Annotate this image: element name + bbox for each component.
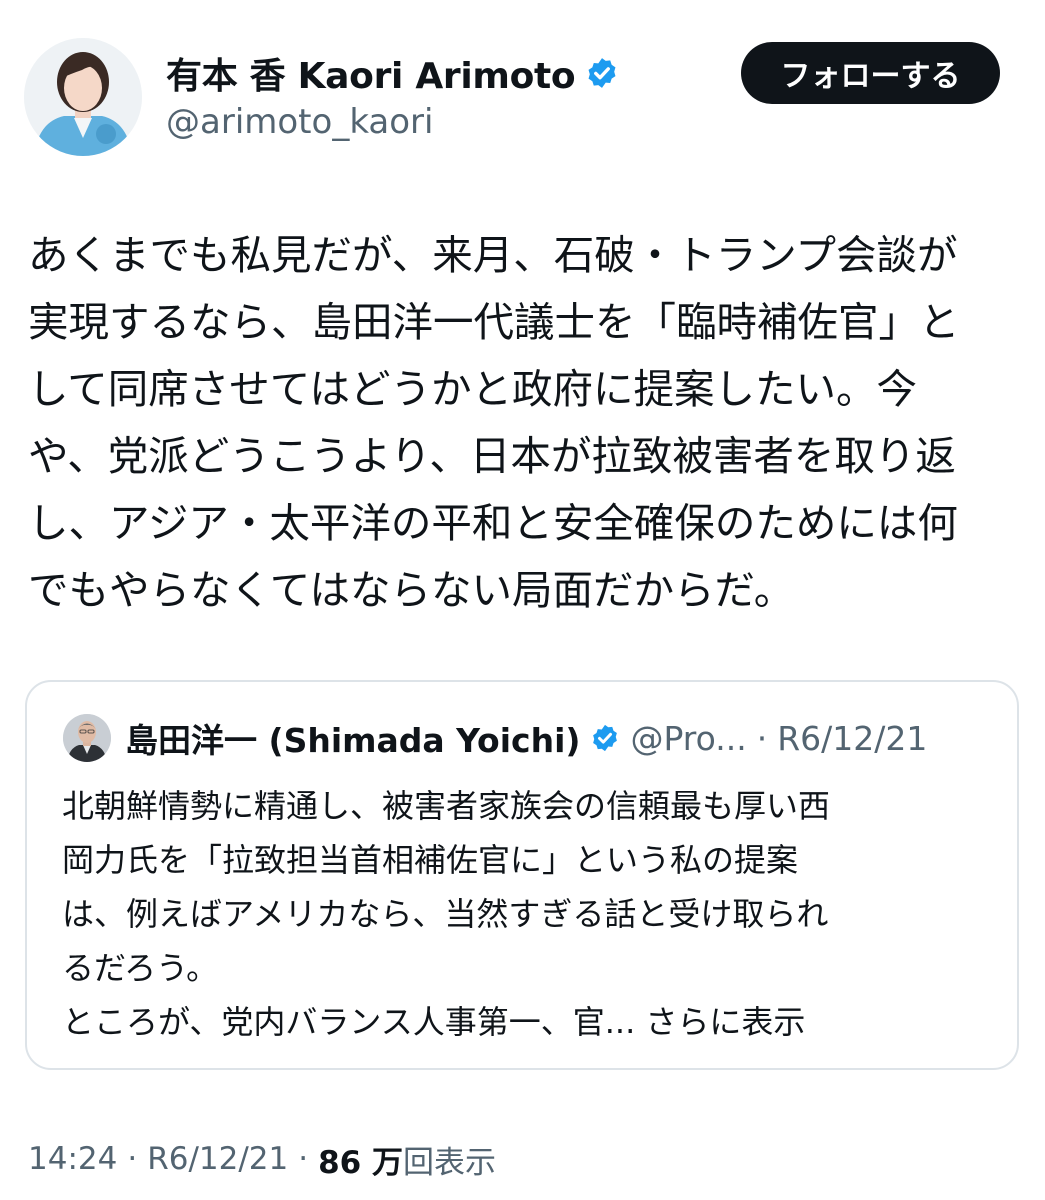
tweet-time[interactable]: 14:24 — [28, 1141, 117, 1177]
tweet-text-line: 実現するなら、島田洋一代議士を「臨時補佐官」と — [28, 298, 960, 346]
views-label: 回表示 — [403, 1144, 497, 1181]
quoted-author-avatar[interactable] — [63, 714, 111, 762]
tweet-text-line: あくまでも私見だが、来月、石破・トランプ会談が — [28, 231, 958, 279]
author-handle[interactable]: @arimoto_kaori — [166, 102, 433, 142]
author-name-row[interactable]: 有本 香 Kaori Arimoto — [166, 48, 619, 98]
author-avatar[interactable] — [24, 38, 142, 156]
quoted-text-line: は、例えばアメリカなら、当然すぎる話と受け取られ — [62, 895, 829, 933]
tweet-date[interactable]: R6/12/21 — [147, 1141, 288, 1177]
tweet-meta: 14:24 · R6/12/21 · 86 万 回表示 — [28, 1134, 496, 1184]
quoted-display-name[interactable]: 島田洋一 (Shimada Yoichi) — [125, 714, 580, 762]
show-more-link[interactable]: さらに表示 — [645, 1003, 805, 1041]
quoted-text-line: るだろう。 — [62, 949, 219, 987]
tweet-text-line: し、アジア・太平洋の平和と安全確保のためには何 — [28, 499, 958, 547]
author-display-name[interactable]: 有本 香 Kaori Arimoto — [166, 47, 576, 99]
quoted-tweet-card[interactable]: 島田洋一 (Shimada Yoichi) @Pro... · R6/12/21… — [25, 680, 1019, 1070]
separator-dot: · — [756, 718, 768, 758]
separator-dot: · — [127, 1141, 138, 1177]
tweet-text-line: して同席させてはどうかと政府に提案したい。今 — [28, 365, 917, 413]
quoted-text: 北朝鮮情勢に精通し、被害者家族会の信頼最も厚い西 岡力氏を「拉致担当首相補佐官に… — [62, 779, 992, 1049]
verified-badge-icon — [593, 724, 618, 752]
quoted-header: 島田洋一 (Shimada Yoichi) @Pro... · R6/12/21 — [125, 714, 927, 762]
quoted-text-line: 岡力氏を「拉致担当首相補佐官に」という私の提案 — [62, 841, 799, 879]
separator-dot: · — [298, 1141, 309, 1177]
tweet-text: あくまでも私見だが、来月、石破・トランプ会談が 実現するなら、島田洋一代議士を「… — [28, 222, 1003, 624]
quoted-handle[interactable]: @Pro... — [630, 719, 746, 758]
tweet-text-line: や、党派どうこうより、日本が拉致被害者を取り返 — [28, 432, 956, 480]
quoted-date[interactable]: R6/12/21 — [777, 719, 927, 758]
verified-badge-icon — [588, 58, 616, 88]
quoted-text-line: 北朝鮮情勢に精通し、被害者家族会の信頼最も厚い西 — [62, 787, 831, 825]
follow-button[interactable]: フォローする — [741, 42, 1000, 104]
quoted-text-line: ところが、党内バランス人事第一、官... さらに表示 — [62, 995, 992, 1049]
views-count: 86 万 — [318, 1144, 404, 1181]
tweet-text-line: でもやらなくてはならない局面だからだ。 — [28, 566, 795, 614]
quoted-text-truncated: ところが、党内バランス人事第一、官... — [62, 1003, 636, 1041]
